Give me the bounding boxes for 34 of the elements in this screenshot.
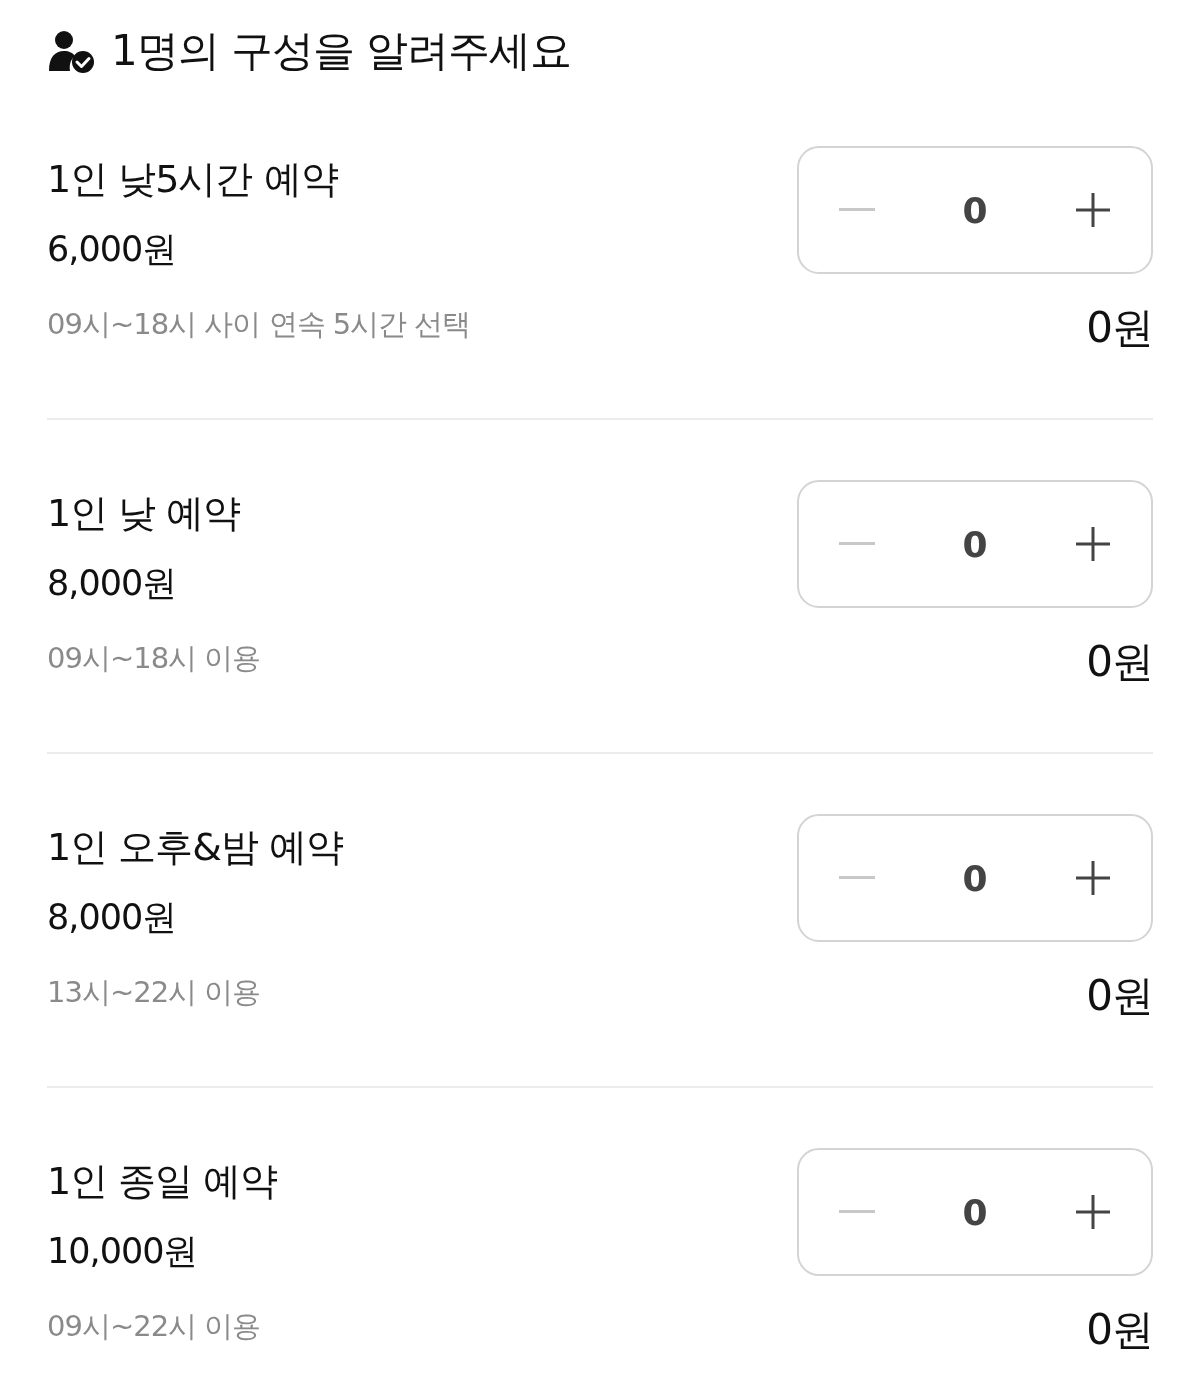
option-title: 1인 낮 예약 [47,490,242,537]
option-note: 09시~18시 사이 연속 5시간 선택 [47,306,471,343]
option-title: 1인 오후&밤 예약 [47,824,343,871]
increment-button[interactable] [1075,860,1111,896]
quantity-value: 0 [962,523,988,565]
section-heading: 1명의 구성을 알려주세요 [111,25,572,77]
minus-icon [839,876,875,880]
minus-icon [839,542,875,546]
quantity-value: 0 [962,857,988,899]
increment-button[interactable] [1075,526,1111,562]
option-total: 0원 [1086,638,1153,686]
option-price: 8,000원 [47,562,178,605]
option-price: 8,000원 [47,896,178,939]
option-price: 10,000원 [47,1230,199,1273]
option-price: 6,000원 [47,228,178,271]
plus-icon [1075,1194,1111,1230]
option-note: 09시~22시 이용 [47,1308,262,1345]
option-note: 13시~22시 이용 [47,974,262,1011]
minus-icon [839,208,875,212]
option-title: 1인 낮5시간 예약 [47,156,339,203]
increment-button[interactable] [1075,192,1111,228]
user-check-icon [47,29,95,73]
option-total: 0원 [1086,304,1153,352]
quantity-value: 0 [962,1191,988,1233]
minus-icon [839,1210,875,1214]
plus-icon [1075,192,1111,228]
quantity-value: 0 [962,189,988,231]
increment-button[interactable] [1075,1194,1111,1230]
option-note: 09시~18시 이용 [47,640,261,677]
option-title: 1인 종일 예약 [47,1158,278,1205]
option-total: 0원 [1086,972,1153,1020]
option-total: 0원 [1086,1306,1153,1354]
plus-icon [1075,526,1111,562]
plus-icon [1075,860,1111,896]
